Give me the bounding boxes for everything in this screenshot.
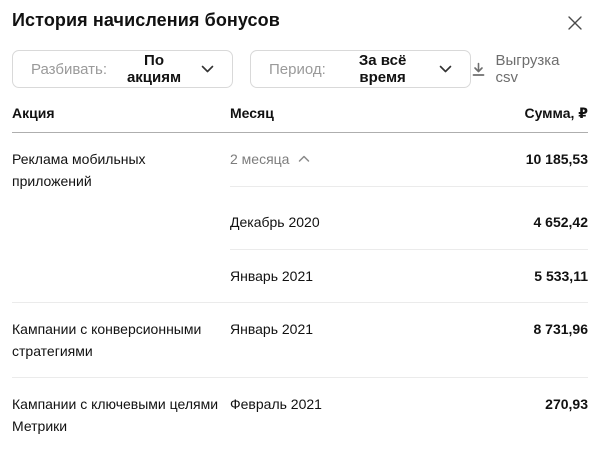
action-cell: Реклама мобильных приложений — [12, 148, 230, 196]
group-toggle[interactable]: 2 месяца — [230, 148, 310, 170]
breakdown-dropdown[interactable]: Разбивать: По акциям — [12, 50, 233, 88]
amount-cell: 4 652,42 — [438, 211, 588, 250]
month-cell: Декабрь 2020 — [230, 211, 438, 250]
table-row-group: Реклама мобильных приложений 2 месяца 10… — [12, 133, 588, 196]
group-month-label: 2 месяца — [230, 148, 289, 170]
action-cell — [12, 211, 230, 215]
month-cell: Январь 2021 — [230, 318, 438, 340]
amount-cell: 8 731,96 — [438, 318, 588, 340]
table-subrow: Январь 2021 5 533,11 — [12, 250, 588, 303]
chevron-up-icon — [298, 155, 310, 163]
modal-header: История начисления бонусов — [12, 10, 588, 34]
amount-cell: 270,93 — [438, 393, 588, 415]
period-dropdown[interactable]: Период: За всё время — [250, 50, 471, 88]
table-row: Кампании с ключевыми целями Метрики Февр… — [12, 378, 588, 452]
action-cell: Кампании с ключевыми целями Метрики — [12, 393, 230, 437]
amount-cell: 10 185,53 — [438, 148, 588, 187]
table-subrow: Декабрь 2020 4 652,42 — [12, 196, 588, 250]
month-cell: Февраль 2021 — [230, 393, 438, 415]
close-icon[interactable] — [564, 12, 586, 34]
table-row: Кампании с конверсионными стратегиями Ян… — [12, 303, 588, 378]
chevron-down-icon — [439, 65, 452, 73]
export-csv-label: Выгрузка csv — [495, 52, 586, 86]
action-cell: Кампании с конверсионными стратегиями — [12, 318, 230, 362]
toolbar: Разбивать: По акциям Период: За всё врем… — [12, 50, 588, 88]
table-header-row: Акция Месяц Сумма, ₽ — [12, 105, 588, 133]
chevron-down-icon — [201, 65, 214, 73]
column-header-month: Месяц — [230, 105, 438, 121]
breakdown-dropdown-label: Разбивать: — [31, 61, 107, 78]
column-header-action: Акция — [12, 105, 230, 121]
amount-cell: 5 533,11 — [438, 265, 588, 287]
export-csv-link[interactable]: Выгрузка csv — [471, 52, 588, 86]
page-title: История начисления бонусов — [12, 10, 280, 31]
period-dropdown-label: Период: — [269, 61, 326, 78]
month-cell: Январь 2021 — [230, 265, 438, 287]
breakdown-dropdown-value: По акциям — [115, 52, 193, 86]
period-dropdown-value: За всё время — [334, 52, 432, 86]
download-icon — [471, 62, 486, 77]
bonus-table: Акция Месяц Сумма, ₽ Реклама мобильных п… — [12, 105, 588, 455]
column-header-amount: Сумма, ₽ — [438, 105, 588, 122]
